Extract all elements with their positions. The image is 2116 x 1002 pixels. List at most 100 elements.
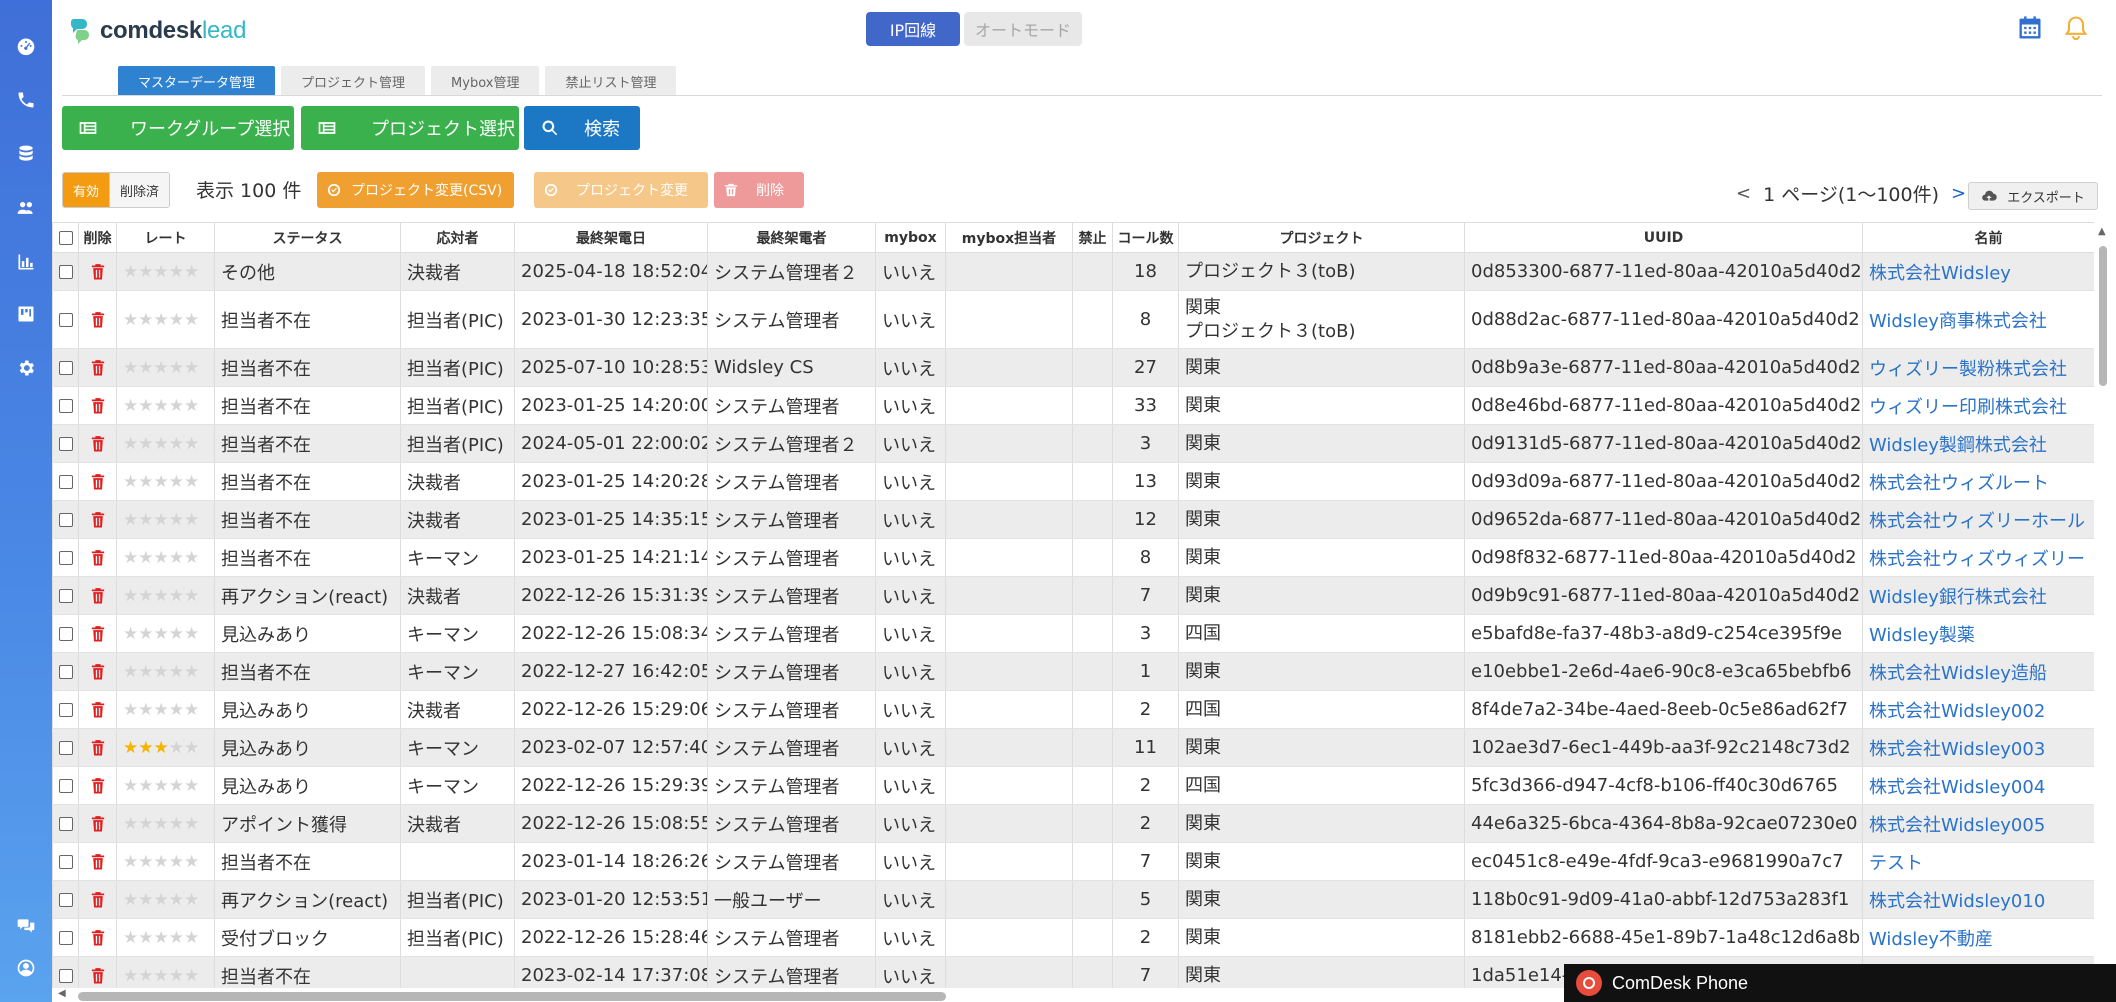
rating-star-icon[interactable]: ★ — [154, 358, 169, 378]
row-checkbox[interactable] — [58, 513, 73, 527]
table-row[interactable]: ★★★★★ 担当者不在 決裁者 2023-01-25 14:20:28 システム管理者い… — [52, 462, 2094, 501]
rating-star-icon[interactable]: ★ — [123, 814, 138, 834]
header-status[interactable]: ステータス — [214, 222, 401, 253]
rating-star-icon[interactable]: ★ — [184, 510, 199, 530]
table-row[interactable]: ★★★★★ 担当者不在 担当者(PIC) 2024-05-01 22:00:02 システ… — [52, 424, 2094, 463]
project-change-button[interactable]: プロジェクト変更 — [534, 172, 708, 208]
row-name-link[interactable]: 株式会社Widsley003 — [1862, 728, 2094, 767]
rating-star-icon[interactable]: ★ — [154, 852, 169, 872]
header-last-call-date[interactable]: 最終架電日 — [514, 222, 708, 253]
rating-stars[interactable]: ★★★★★ — [123, 510, 199, 530]
rating-star-icon[interactable]: ★ — [138, 358, 153, 378]
rating-star-icon[interactable]: ★ — [123, 966, 138, 986]
row-checkbox[interactable] — [58, 437, 73, 451]
header-call-count[interactable]: コール数 — [1112, 222, 1179, 253]
row-name-link[interactable]: Widsley銀行株式会社 — [1862, 576, 2094, 615]
rating-star-icon[interactable]: ★ — [138, 548, 153, 568]
bar-chart-icon[interactable] — [14, 250, 38, 274]
rating-star-icon[interactable]: ★ — [154, 928, 169, 948]
rating-star-icon[interactable]: ★ — [169, 776, 184, 796]
table-row[interactable]: ★★★★★ 担当者不在 2023-01-14 18:26:26 システム管理者 いいえ 7… — [52, 842, 2094, 881]
rating-stars[interactable]: ★★★★★ — [123, 548, 199, 568]
table-row[interactable]: ★★★★★ 再アクション(react) 担当者(PIC) 2023-01-20 12:… — [52, 880, 2094, 919]
rating-stars[interactable]: ★★★★★ — [123, 776, 199, 796]
rating-star-icon[interactable]: ★ — [169, 586, 184, 606]
row-name-link[interactable]: 株式会社Widsley — [1862, 252, 2094, 291]
row-delete-cell[interactable] — [78, 386, 117, 425]
row-checkbox[interactable] — [58, 931, 73, 945]
rating-star-icon[interactable]: ★ — [123, 548, 138, 568]
row-select-cell[interactable] — [52, 614, 79, 653]
rating-star-icon[interactable]: ★ — [169, 624, 184, 644]
row-checkbox[interactable] — [58, 399, 73, 413]
row-name-link[interactable]: 株式会社Widsley造船 — [1862, 652, 2094, 691]
delete-selected-button[interactable]: 削除 — [714, 172, 804, 208]
table-row[interactable]: ★★★★★ 見込みあり 決裁者 2022-12-26 15:29:06 システム管理者い… — [52, 690, 2094, 729]
row-name-link[interactable]: Widsley商事株式会社 — [1862, 290, 2094, 349]
header-rate[interactable]: レート — [116, 222, 215, 253]
table-row[interactable]: ★★★★★ 担当者不在 担当者(PIC) 2025-07-10 10:28:53 Wid… — [52, 348, 2094, 387]
row-select-cell[interactable] — [52, 576, 79, 615]
trash-icon[interactable] — [91, 892, 105, 908]
tab-master-data[interactable]: マスターデータ管理 — [118, 66, 276, 96]
header-project[interactable]: プロジェクト — [1178, 222, 1465, 253]
rating-stars[interactable]: ★★★★★ — [123, 852, 199, 872]
row-checkbox[interactable] — [58, 893, 73, 907]
rating-star-icon[interactable]: ★ — [154, 310, 169, 330]
notification-bell-icon[interactable] — [2062, 14, 2092, 44]
rating-star-icon[interactable]: ★ — [123, 586, 138, 606]
rating-star-icon[interactable]: ★ — [123, 510, 138, 530]
trash-icon[interactable] — [91, 968, 105, 984]
rating-star-icon[interactable]: ★ — [123, 890, 138, 910]
rating-star-icon[interactable]: ★ — [138, 928, 153, 948]
row-checkbox[interactable] — [58, 265, 73, 279]
trash-icon[interactable] — [91, 264, 105, 280]
users-icon[interactable] — [14, 196, 38, 220]
table-row[interactable]: ★★★★★ アポイント獲得 決裁者 2022-12-26 15:08:55 システム管理… — [52, 804, 2094, 843]
rating-star-icon[interactable]: ★ — [154, 262, 169, 282]
board-icon[interactable] — [14, 302, 38, 326]
row-delete-cell[interactable] — [78, 348, 117, 387]
rating-stars[interactable]: ★★★★★ — [123, 738, 199, 758]
settings-icon[interactable] — [14, 356, 38, 380]
row-checkbox[interactable] — [58, 475, 73, 489]
row-checkbox[interactable] — [58, 779, 73, 793]
rating-star-icon[interactable]: ★ — [154, 738, 169, 758]
rating-star-icon[interactable]: ★ — [123, 700, 138, 720]
row-select-cell[interactable] — [52, 500, 79, 539]
rating-stars[interactable]: ★★★★★ — [123, 358, 199, 378]
rating-star-icon[interactable]: ★ — [169, 662, 184, 682]
header-name[interactable]: 名前 — [1862, 222, 2094, 253]
rating-star-icon[interactable]: ★ — [169, 966, 184, 986]
row-name-link[interactable]: 株式会社Widsley005 — [1862, 804, 2094, 843]
row-select-cell[interactable] — [52, 652, 79, 691]
search-button[interactable]: 検索 — [524, 106, 640, 150]
trash-icon[interactable] — [91, 360, 105, 376]
rating-star-icon[interactable]: ★ — [138, 966, 153, 986]
trash-icon[interactable] — [91, 550, 105, 566]
trash-icon[interactable] — [91, 854, 105, 870]
row-delete-cell[interactable] — [78, 462, 117, 501]
rating-star-icon[interactable]: ★ — [154, 966, 169, 986]
auto-mode-button[interactable]: オートモード — [964, 12, 1082, 46]
rating-star-icon[interactable]: ★ — [169, 472, 184, 492]
row-select-cell[interactable] — [52, 918, 79, 957]
calendar-icon[interactable] — [2016, 14, 2046, 44]
table-row[interactable]: ★★★★★ 受付ブロック 担当者(PIC) 2022-12-26 15:28:46 シス… — [52, 918, 2094, 957]
rating-star-icon[interactable]: ★ — [123, 738, 138, 758]
row-delete-cell[interactable] — [78, 956, 117, 988]
rating-star-icon[interactable]: ★ — [169, 700, 184, 720]
row-checkbox[interactable] — [58, 551, 73, 565]
header-responder[interactable]: 応対者 — [400, 222, 515, 253]
rating-stars[interactable]: ★★★★★ — [123, 310, 199, 330]
rating-star-icon[interactable]: ★ — [154, 548, 169, 568]
rating-star-icon[interactable]: ★ — [169, 358, 184, 378]
rating-star-icon[interactable]: ★ — [123, 434, 138, 454]
rating-star-icon[interactable]: ★ — [123, 472, 138, 492]
rating-star-icon[interactable]: ★ — [154, 586, 169, 606]
prev-page-button[interactable]: < — [1736, 183, 1751, 204]
row-name-link[interactable]: 株式会社ウィズルート — [1862, 462, 2094, 501]
row-delete-cell[interactable] — [78, 500, 117, 539]
rating-star-icon[interactable]: ★ — [138, 310, 153, 330]
rating-star-icon[interactable]: ★ — [184, 776, 199, 796]
